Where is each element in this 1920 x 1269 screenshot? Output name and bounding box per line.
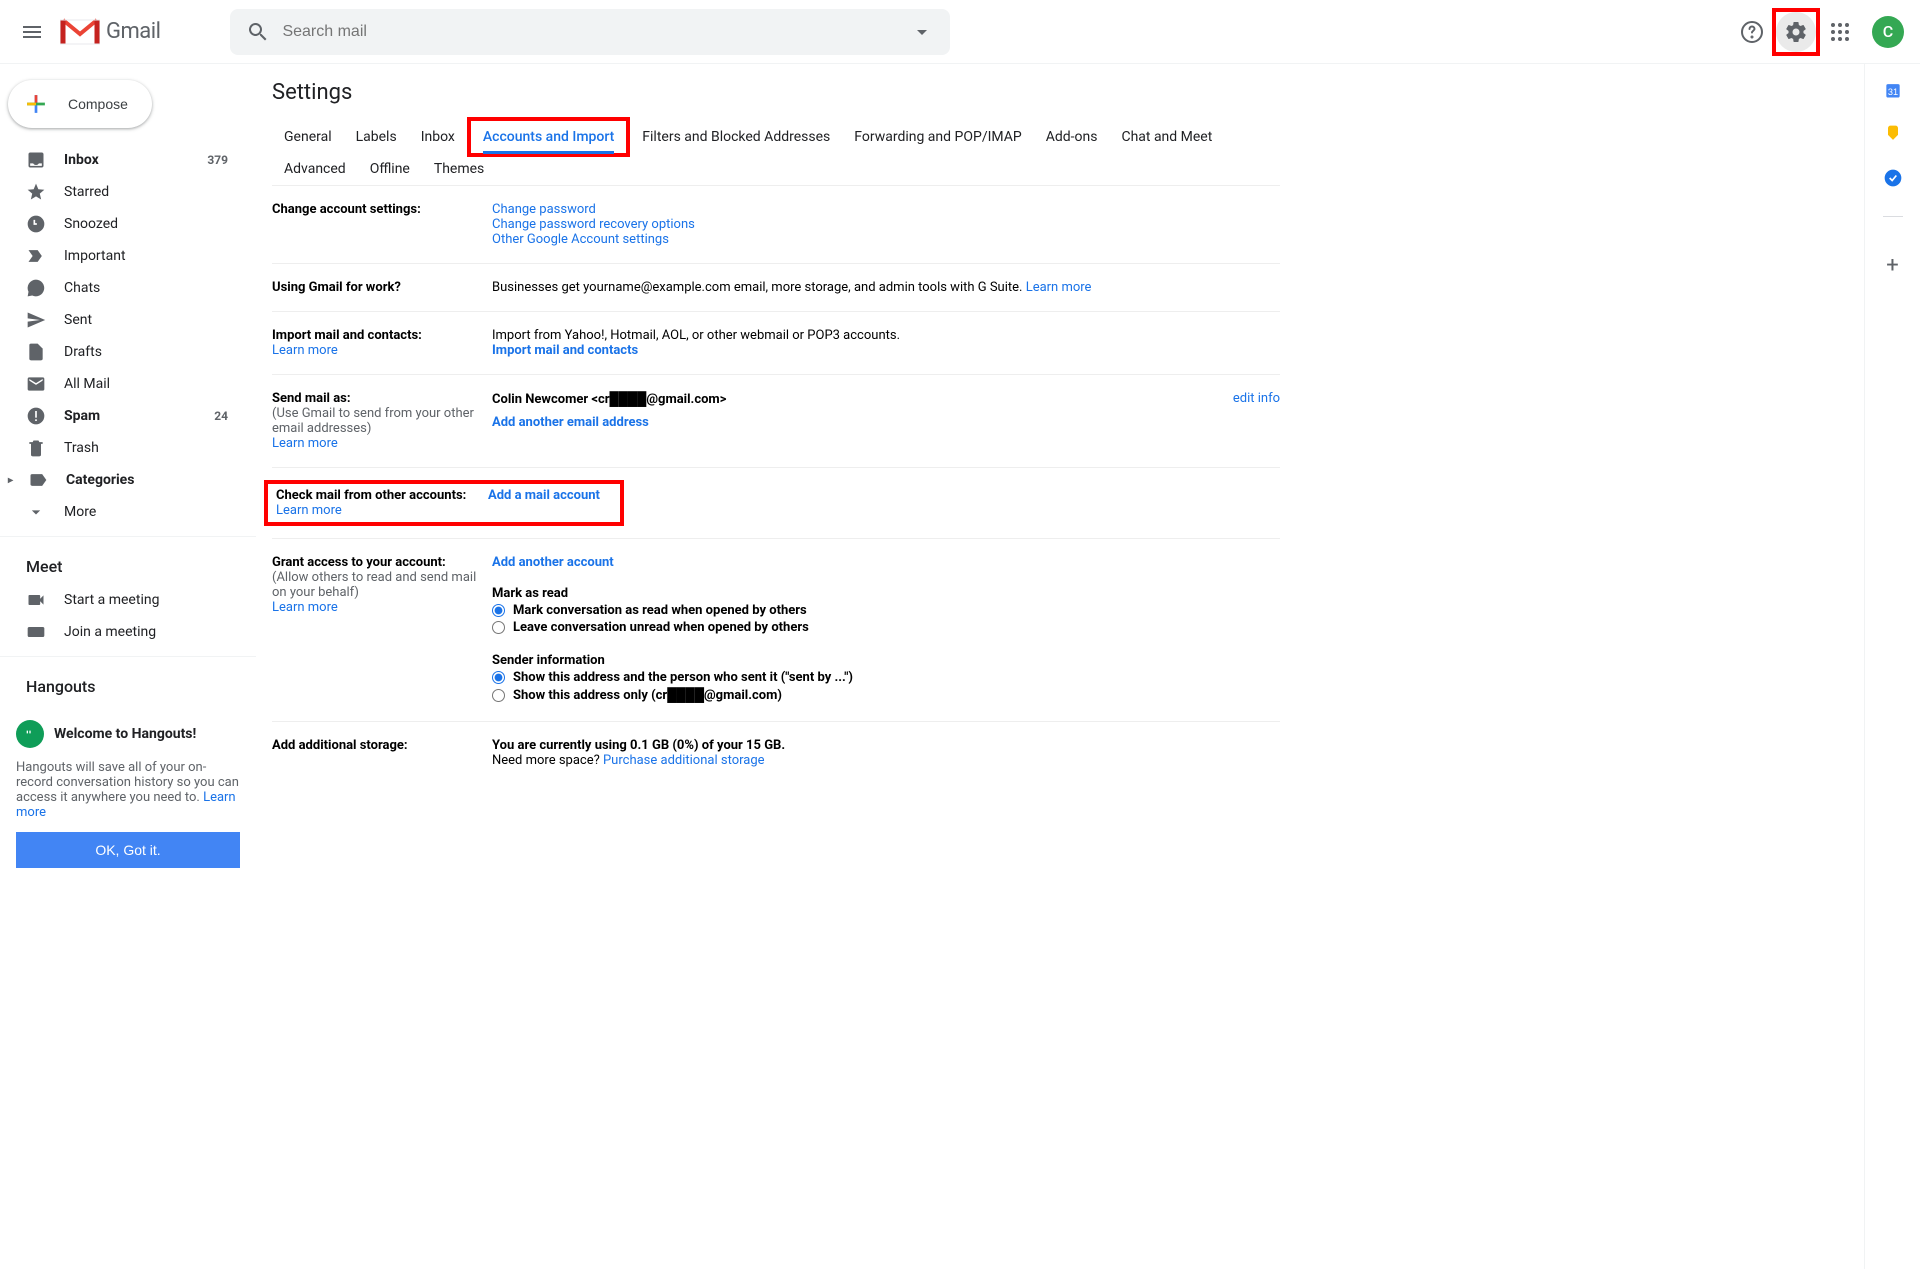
meet-join[interactable]: Join a meeting bbox=[0, 616, 256, 648]
avatar[interactable]: C bbox=[1872, 16, 1904, 48]
compose-button[interactable]: Compose bbox=[8, 80, 152, 128]
sidebar-item-spam[interactable]: Spam 24 bbox=[0, 400, 256, 432]
calendar-icon[interactable]: 31 bbox=[1883, 80, 1903, 100]
search-input[interactable] bbox=[278, 23, 902, 41]
main: Settings General Labels Inbox Accounts a… bbox=[256, 64, 1296, 884]
file-icon bbox=[26, 342, 46, 362]
sidebar-item-starred[interactable]: Starred bbox=[0, 176, 256, 208]
import-learn-link[interactable]: Learn more bbox=[272, 343, 338, 358]
mail-icon bbox=[26, 374, 46, 394]
meet-section-title: Meet bbox=[0, 545, 256, 584]
sidebar-item-categories[interactable]: ▸ Categories bbox=[0, 464, 256, 496]
trash-icon bbox=[26, 438, 46, 458]
meet-start[interactable]: Start a meeting bbox=[0, 584, 256, 616]
section-import-mail: Import mail and contacts: Learn more Imp… bbox=[272, 312, 1280, 375]
sidebar-item-important[interactable]: Important bbox=[0, 240, 256, 272]
section-change-account: Change account settings: Change password… bbox=[272, 186, 1280, 264]
label-icon bbox=[28, 470, 48, 490]
side-panel: 31 + bbox=[1864, 64, 1920, 1269]
sidebar-item-allmail[interactable]: All Mail bbox=[0, 368, 256, 400]
hangouts-ok-button[interactable]: OK, Got it. bbox=[16, 832, 240, 868]
tab-labels[interactable]: Labels bbox=[344, 121, 409, 153]
grant-learn-link[interactable]: Learn more bbox=[272, 600, 338, 615]
page-title: Settings bbox=[272, 80, 1280, 105]
section-storage: Add additional storage: You are currentl… bbox=[272, 722, 1280, 784]
gear-icon[interactable] bbox=[1776, 12, 1816, 52]
hangouts-card: Welcome to Hangouts! Hangouts will save … bbox=[16, 720, 240, 868]
tab-advanced[interactable]: Advanced bbox=[272, 153, 358, 185]
other-settings-link[interactable]: Other Google Account settings bbox=[492, 232, 669, 247]
sidebar-item-inbox[interactable]: Inbox 379 bbox=[0, 144, 256, 176]
gmail-logo[interactable]: Gmail bbox=[60, 17, 160, 47]
send-icon bbox=[26, 310, 46, 330]
add-email-link[interactable]: Add another email address bbox=[492, 415, 649, 430]
keyboard-icon bbox=[26, 622, 46, 642]
compose-label: Compose bbox=[68, 96, 128, 112]
tab-chat[interactable]: Chat and Meet bbox=[1109, 121, 1224, 153]
checkmail-learn-link[interactable]: Learn more bbox=[276, 503, 342, 518]
spam-icon bbox=[26, 406, 46, 426]
search-icon[interactable] bbox=[238, 12, 278, 52]
tab-accounts[interactable]: Accounts and Import bbox=[471, 121, 626, 153]
tab-general[interactable]: General bbox=[272, 121, 344, 153]
chevron-right-icon: ▸ bbox=[8, 475, 20, 486]
help-icon[interactable] bbox=[1732, 12, 1772, 52]
add-mail-account-link[interactable]: Add a mail account bbox=[488, 488, 600, 503]
video-icon bbox=[26, 590, 46, 610]
clock-icon bbox=[26, 214, 46, 234]
section-grant-access: Grant access to your account: (Allow oth… bbox=[272, 539, 1280, 722]
mark-read-radio[interactable] bbox=[492, 604, 505, 617]
section-send-as: Send mail as: (Use Gmail to send from yo… bbox=[272, 375, 1280, 468]
sender-both-radio[interactable] bbox=[492, 671, 505, 684]
section-gmail-work: Using Gmail for work? Businesses get you… bbox=[272, 264, 1280, 312]
apps-icon[interactable] bbox=[1820, 12, 1860, 52]
sidebar-item-drafts[interactable]: Drafts bbox=[0, 336, 256, 368]
settings-tabs: General Labels Inbox Accounts and Import… bbox=[272, 121, 1280, 186]
sendas-learn-link[interactable]: Learn more bbox=[272, 436, 338, 451]
keep-icon[interactable] bbox=[1883, 124, 1903, 144]
add-addon-icon[interactable]: + bbox=[1873, 245, 1913, 285]
sender-only-radio[interactable] bbox=[492, 689, 505, 702]
header: Gmail C bbox=[0, 0, 1920, 64]
tab-forwarding[interactable]: Forwarding and POP/IMAP bbox=[842, 121, 1033, 153]
mark-unread-radio[interactable] bbox=[492, 621, 505, 634]
import-mail-link[interactable]: Import mail and contacts bbox=[492, 343, 638, 358]
sidebar-item-trash[interactable]: Trash bbox=[0, 432, 256, 464]
tab-filters[interactable]: Filters and Blocked Addresses bbox=[630, 121, 842, 153]
sidebar-item-more[interactable]: More bbox=[0, 496, 256, 528]
search-dropdown-icon[interactable] bbox=[902, 12, 942, 52]
logo-text: Gmail bbox=[106, 19, 160, 44]
chevron-down-icon bbox=[26, 502, 46, 522]
search-box bbox=[230, 9, 950, 55]
tab-offline[interactable]: Offline bbox=[358, 153, 422, 185]
add-account-link[interactable]: Add another account bbox=[492, 555, 614, 570]
tasks-icon[interactable] bbox=[1883, 168, 1903, 188]
change-password-link[interactable]: Change password bbox=[492, 202, 596, 217]
section-check-mail: Check mail from other accounts: Learn mo… bbox=[272, 468, 1280, 539]
sidebar-item-sent[interactable]: Sent bbox=[0, 304, 256, 336]
inbox-icon bbox=[26, 150, 46, 170]
star-icon bbox=[26, 182, 46, 202]
svg-text:31: 31 bbox=[1887, 87, 1897, 97]
menu-icon[interactable] bbox=[8, 8, 56, 56]
chat-icon bbox=[26, 278, 46, 298]
sidebar: Compose Inbox 379 Starred Snoozed Import… bbox=[0, 64, 256, 884]
tab-themes[interactable]: Themes bbox=[422, 153, 496, 185]
purchase-storage-link[interactable]: Purchase additional storage bbox=[603, 753, 765, 768]
important-icon bbox=[26, 246, 46, 266]
hangouts-section-title: Hangouts bbox=[0, 665, 256, 704]
tab-inbox[interactable]: Inbox bbox=[409, 121, 467, 153]
sidebar-item-snoozed[interactable]: Snoozed bbox=[0, 208, 256, 240]
sidebar-item-chats[interactable]: Chats bbox=[0, 272, 256, 304]
tab-addons[interactable]: Add-ons bbox=[1034, 121, 1110, 153]
hangouts-icon bbox=[16, 720, 44, 748]
gsuite-learn-link[interactable]: Learn more bbox=[1026, 280, 1092, 295]
change-recovery-link[interactable]: Change password recovery options bbox=[492, 217, 695, 232]
edit-info-link[interactable]: edit info bbox=[1233, 391, 1280, 406]
